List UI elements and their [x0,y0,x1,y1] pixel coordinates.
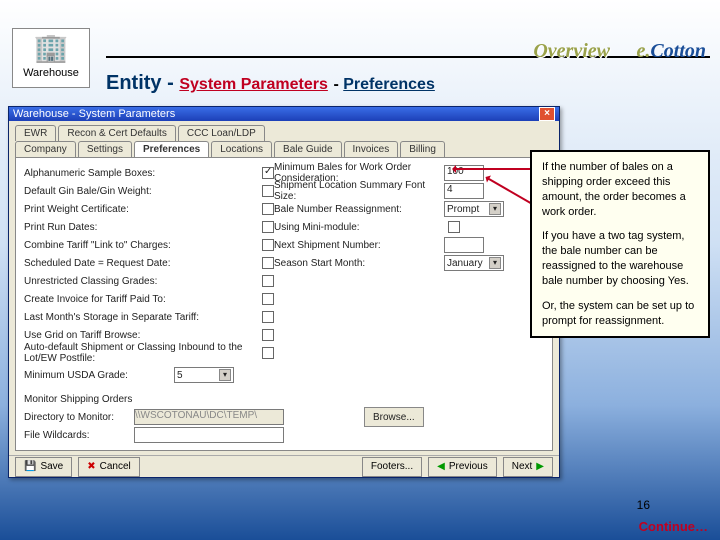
file-wildcards-input[interactable] [134,427,284,443]
pref-label: Create Invoice for Tariff Paid To: [24,294,258,305]
tab-preferences-body: Alphanumeric Sample Boxes:Minimum Bales … [15,157,553,451]
cancel-button[interactable]: ✖Cancel [78,457,140,477]
pref-label: Unrestricted Classing Grades: [24,276,258,287]
tab-settings[interactable]: Settings [78,141,132,157]
tab-ewr[interactable]: EWR [15,125,56,141]
pref-right-label: Season Start Month: [274,258,444,269]
divider [106,56,710,58]
brand-logo: e.Cotton [637,40,706,63]
pref-checkbox[interactable] [262,239,274,251]
tab-locations[interactable]: Locations [211,141,272,157]
tab-company[interactable]: Company [15,141,76,157]
annotation-p2: If you have a two tag system, the bale n… [542,229,698,288]
pref-checkbox[interactable] [262,311,274,323]
pref-checkbox[interactable] [262,329,274,341]
prev-icon: ◀ [437,461,445,472]
close-icon[interactable]: × [539,107,555,121]
annotation-p1: If the number of bales on a shipping ord… [542,160,698,219]
pref-checkbox[interactable] [262,221,274,233]
browse-button[interactable]: Browse... [364,407,424,427]
save-icon: 💾 [24,461,36,472]
annotation-box: If the number of bales on a shipping ord… [530,150,710,338]
pref-label: Last Month's Storage in Separate Tariff: [24,312,258,323]
pref-checkbox[interactable] [262,257,274,269]
breadcrumb: Entity - System Parameters - Preferences [106,72,435,95]
annotation-p3: Or, the system can be set up to prompt f… [542,299,698,329]
monitor-shipping-label: Monitor Shipping Orders [24,394,132,405]
warehouse-icon: 🏢 [13,29,89,67]
tab-preferences[interactable]: Preferences [134,141,209,157]
pref-combo[interactable]: January▾ [444,255,504,271]
directory-input[interactable]: \\WSCOTONAU\DC\TEMP\ [134,409,284,425]
pref-checkbox[interactable] [448,221,460,233]
pref-right-label: Shipment Location Summary Font Size: [274,180,444,202]
pref-checkbox[interactable] [262,275,274,287]
window-title: Warehouse - System Parameters [13,108,539,120]
directory-label: Directory to Monitor: [24,412,134,423]
module-label: Warehouse [13,67,89,79]
continue-link[interactable]: Continue… [639,519,708,534]
pref-label: Print Run Dates: [24,222,258,233]
pref-checkbox[interactable] [262,293,274,305]
cancel-icon: ✖ [87,461,95,472]
pref-checkbox[interactable] [262,347,274,359]
breadcrumb-entity: Entity [106,72,162,94]
tab-invoices[interactable]: Invoices [344,141,399,157]
breadcrumb-system-parameters: System Parameters [179,76,328,93]
pref-label: Scheduled Date = Request Date: [24,258,258,269]
chevron-down-icon: ▾ [489,257,501,269]
page-number: 16 [637,498,650,512]
next-icon: ▶ [536,461,544,472]
pref-right-label: Next Shipment Number: [274,240,444,251]
button-bar: 💾Save ✖Cancel Footers... ◀Previous Next▶ [9,455,559,477]
breadcrumb-preferences: Preferences [343,76,435,93]
pref-right-label: Using Mini-module: [274,222,444,233]
chevron-down-icon: ▾ [219,369,231,381]
save-button[interactable]: 💾Save [15,457,72,477]
previous-button[interactable]: ◀Previous [428,457,497,477]
tab-billing[interactable]: Billing [400,141,445,157]
titlebar: Warehouse - System Parameters × [9,107,559,121]
pref-label: Use Grid on Tariff Browse: [24,330,258,341]
tab-bale-guide[interactable]: Bale Guide [274,141,341,157]
pref-checkbox[interactable] [262,185,274,197]
pref-label: Auto-default Shipment or Classing Inboun… [24,342,258,364]
pref-checkbox[interactable] [262,167,274,179]
pref-right-label: Bale Number Reassignment: [274,204,444,215]
pref-combo[interactable]: Prompt▾ [444,201,504,217]
pref-label: Alphanumeric Sample Boxes: [24,168,258,179]
min-usda-select[interactable]: 5▾ [174,367,234,383]
pref-text-input[interactable] [444,237,484,253]
pref-label: Print Weight Certificate: [24,204,258,215]
footers-button[interactable]: Footers... [362,457,422,477]
min-usda-label: Minimum USDA Grade: [24,370,174,381]
pref-label: Default Gin Bale/Gin Weight: [24,186,258,197]
tab-recon-cert-defaults[interactable]: Recon & Cert Defaults [58,125,176,141]
next-button[interactable]: Next▶ [503,457,553,477]
chevron-down-icon: ▾ [489,203,501,215]
arrow-to-min-bales [454,168,534,170]
system-parameters-window: Warehouse - System Parameters × EWRRecon… [8,106,560,478]
pref-text-input[interactable]: 4 [444,183,484,199]
pref-label: Combine Tariff "Link to" Charges: [24,240,258,251]
file-wildcards-label: File Wildcards: [24,430,134,441]
module-badge: 🏢 Warehouse [12,28,90,88]
pref-checkbox[interactable] [262,203,274,215]
tabstrip: EWRRecon & Cert DefaultsCCC Loan/LDP Com… [15,125,553,157]
overview-heading: Overview [533,40,610,63]
tab-ccc-loan-ldp[interactable]: CCC Loan/LDP [178,125,265,141]
